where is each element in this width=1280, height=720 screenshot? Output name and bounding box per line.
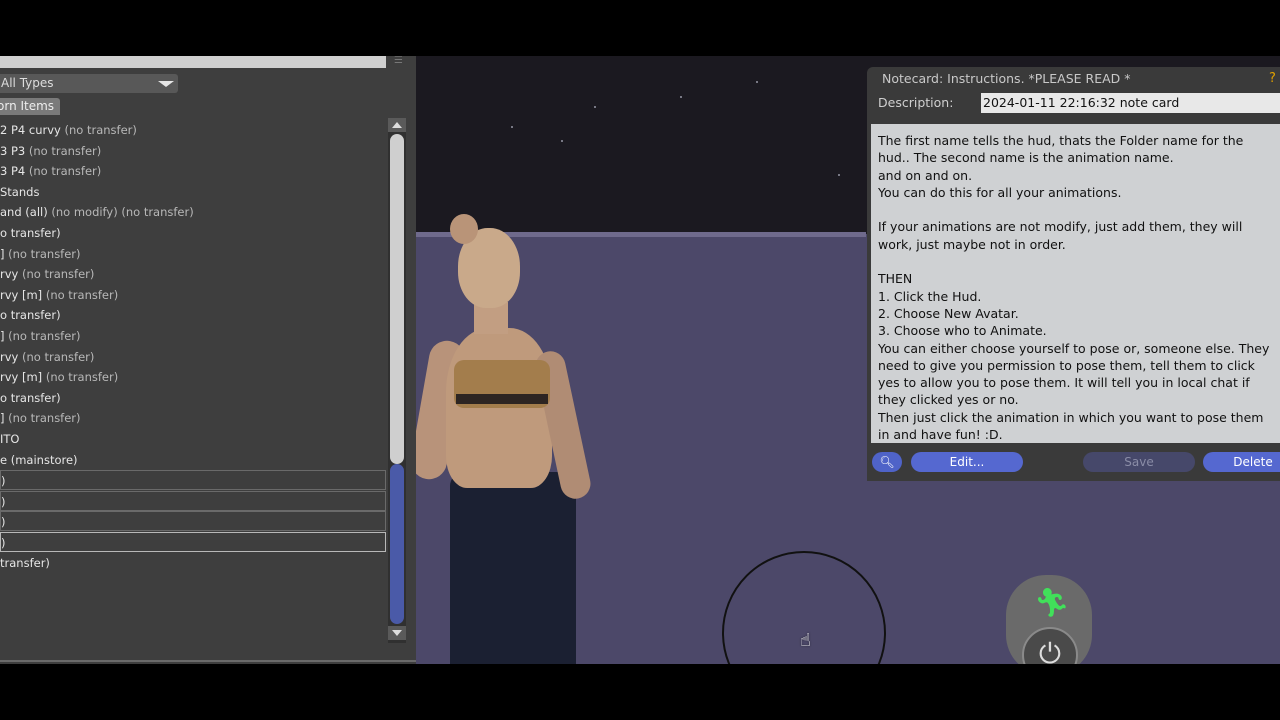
inventory-item-name: transfer)	[0, 556, 50, 570]
inventory-item-name: rvy	[0, 267, 19, 281]
inventory-item-permissions: (no transfer)	[45, 288, 119, 302]
inventory-item-permissions: (no transfer)	[8, 411, 81, 425]
inventory-item[interactable]: )	[0, 470, 386, 490]
delete-button[interactable]: Delete	[1203, 452, 1280, 472]
inventory-search-bar[interactable]	[0, 56, 386, 68]
inventory-item[interactable]: )	[0, 491, 386, 511]
inventory-item-name: )	[1, 495, 6, 509]
inventory-item[interactable]: ITO	[0, 429, 386, 449]
inventory-item-name: ]	[0, 411, 5, 425]
star	[838, 174, 840, 176]
notecard-title: Notecard: Instructions. *PLEASE READ *	[882, 71, 1131, 86]
inventory-item-name: ]	[0, 247, 5, 261]
inventory-item-name: rvy [m]	[0, 370, 43, 384]
inventory-item-name: rvy [m]	[0, 288, 43, 302]
help-icon[interactable]: ?	[1269, 71, 1276, 86]
inventory-item[interactable]: 3 P3 (no transfer)	[0, 141, 386, 161]
inventory-item-name: 3 P4	[0, 164, 26, 178]
avatar-torso	[446, 328, 552, 488]
inventory-item[interactable]: rvy [m] (no transfer)	[0, 285, 386, 305]
tab-worn-items[interactable]: orn Items	[0, 98, 60, 115]
inventory-item[interactable]: and (all) (no modify) (no transfer)	[0, 202, 386, 222]
resize-grip-icon[interactable]: ☰	[394, 56, 412, 66]
inventory-item-permissions: (no transfer)	[22, 267, 95, 281]
save-button[interactable]: Save	[1083, 452, 1195, 472]
inventory-item-permissions: (no modify) (no transfer)	[51, 205, 194, 219]
notecard-text-area[interactable]: The first name tells the hud, thats the …	[871, 124, 1280, 443]
inventory-item[interactable]: 2 P4 curvy (no transfer)	[0, 120, 386, 140]
inventory-item-name: o transfer)	[0, 391, 61, 405]
scroll-up-button[interactable]	[388, 118, 406, 132]
inventory-item-name: o transfer)	[0, 226, 61, 240]
scroll-thumb[interactable]	[390, 134, 404, 464]
inventory-list[interactable]: 2 P4 curvy (no transfer) 3 P3 (no transfe…	[0, 120, 386, 664]
avatar-figure[interactable]	[408, 210, 620, 672]
inventory-item[interactable]: o transfer)	[0, 223, 386, 243]
inventory-item-name: ITO	[0, 432, 20, 446]
inventory-item-permissions: (no transfer)	[64, 123, 137, 137]
inventory-item[interactable]: ] (no transfer)	[0, 326, 386, 346]
description-label: Description:	[878, 95, 954, 110]
inventory-item[interactable]: transfer)	[0, 553, 386, 573]
inventory-item[interactable]: )	[0, 511, 386, 531]
star	[680, 96, 682, 98]
inventory-item[interactable]: e (mainstore)	[0, 450, 386, 470]
inventory-item-name: Stands	[0, 185, 40, 199]
avatar-pants	[450, 472, 576, 672]
inventory-item[interactable]: 3 P4 (no transfer)	[0, 161, 386, 181]
inventory-item-permissions: (no transfer)	[8, 329, 81, 343]
inventory-item-permissions: (no transfer)	[28, 164, 102, 178]
inventory-item-name: 2 P4 curvy	[0, 123, 61, 137]
notecard-window: Notecard: Instructions. *PLEASE READ * ?…	[867, 67, 1280, 481]
edit-button[interactable]: Edit...	[911, 452, 1023, 472]
inventory-item[interactable]: rvy (no transfer)	[0, 347, 386, 367]
inventory-item-permissions: (no transfer)	[8, 247, 81, 261]
inventory-item-name: e (mainstore)	[0, 453, 78, 467]
inventory-item-permissions: (no transfer)	[22, 350, 95, 364]
inventory-item[interactable]: Stands	[0, 182, 386, 202]
walk-icon[interactable]: 🏃︎	[1034, 586, 1070, 620]
inventory-item-name: ]	[0, 329, 5, 343]
hand-cursor-icon: ☝	[800, 630, 811, 651]
inventory-item[interactable]: ] (no transfer)	[0, 244, 386, 264]
inventory-item[interactable]: o transfer)	[0, 305, 386, 325]
inventory-item-name: )	[1, 474, 6, 488]
letterbox-top	[0, 0, 1280, 56]
star	[561, 140, 563, 142]
inventory-item[interactable]: o transfer)	[0, 388, 386, 408]
inventory-item-name: )	[1, 536, 6, 550]
inventory-item-name: o transfer)	[0, 308, 61, 322]
scroll-down-button[interactable]	[388, 626, 406, 640]
avatar-top-band	[456, 394, 548, 404]
inventory-item[interactable]: rvy [m] (no transfer)	[0, 367, 386, 387]
notecard-body-text[interactable]: The first name tells the hud, thats the …	[871, 124, 1280, 443]
scroll-track-highlight[interactable]	[390, 464, 404, 624]
star	[756, 81, 758, 83]
inventory-item-name: )	[1, 515, 6, 529]
letterbox-bottom	[0, 664, 1280, 720]
inventory-panel: ☰ All Types orn Items 2 P4 curvy (no tra…	[0, 56, 416, 664]
inventory-item[interactable]: ] (no transfer)	[0, 408, 386, 428]
star	[594, 106, 596, 108]
description-field[interactable]: 2024-01-11 22:16:32 note card	[981, 93, 1280, 113]
inventory-divider	[0, 660, 416, 662]
inventory-item-name: and (all)	[0, 205, 48, 219]
inventory-item[interactable]: )	[0, 532, 386, 552]
inventory-item-permissions: (no transfer)	[45, 370, 119, 384]
avatar-hair-bun	[450, 214, 478, 244]
inventory-item-name: rvy	[0, 350, 19, 364]
star	[511, 126, 513, 128]
inventory-item-permissions: (no transfer)	[28, 144, 102, 158]
inventory-item[interactable]: rvy (no transfer)	[0, 264, 386, 284]
type-filter-value: All Types	[1, 76, 54, 90]
search-icon[interactable]: 🔍︎	[872, 452, 902, 472]
type-filter-dropdown[interactable]: All Types	[0, 74, 178, 93]
chevron-down-icon	[158, 81, 174, 87]
inventory-item-name: 3 P3	[0, 144, 26, 158]
inventory-scrollbar[interactable]	[388, 118, 406, 643]
